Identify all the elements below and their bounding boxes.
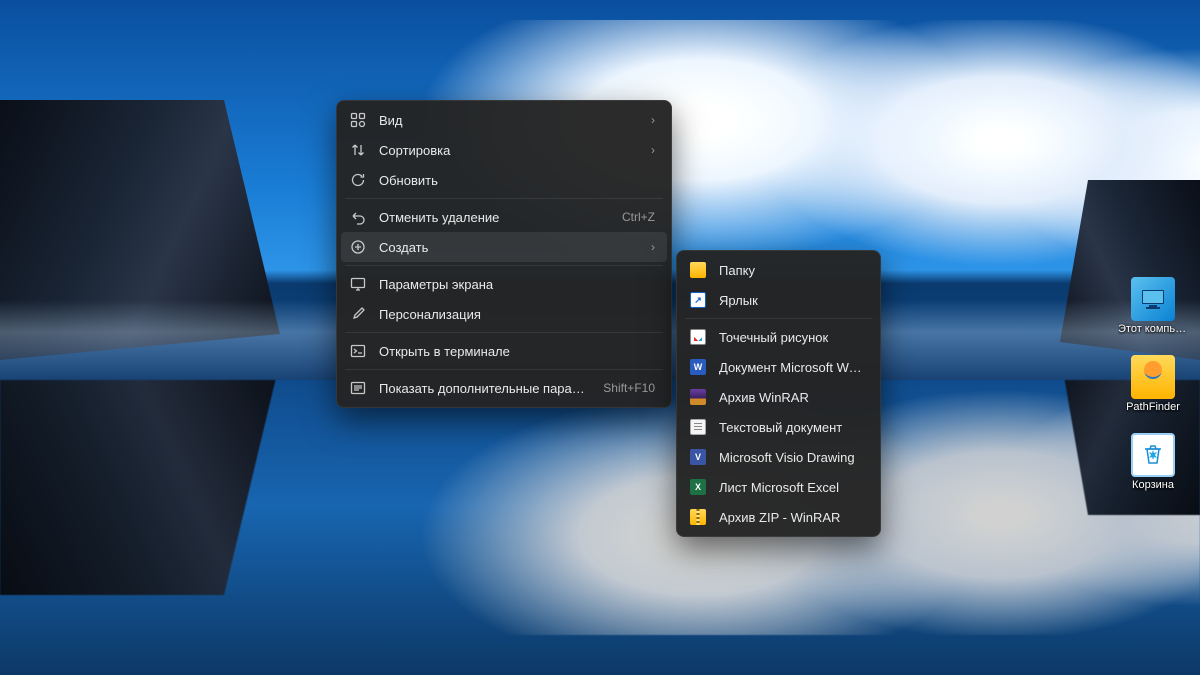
menu-item-label: Показать дополнительные параметры (379, 381, 591, 396)
menu-item-label: Сортировка (379, 143, 639, 158)
menu-separator (345, 369, 663, 370)
wallpaper-reflection (0, 380, 1200, 675)
menu-item-undo[interactable]: Отменить удаление Ctrl+Z (341, 202, 667, 232)
submenu-item-link[interactable]: ↗ Ярлык (681, 285, 876, 315)
menu-item-label: Открыть в терминале (379, 344, 643, 359)
menu-item-label: Обновить (379, 173, 643, 188)
desktop-icon-label: Корзина (1132, 479, 1174, 491)
sort-icon (349, 141, 367, 159)
filetype-excel-icon: X (689, 478, 707, 496)
filetype-zip-icon (689, 508, 707, 526)
submenu-item-visio[interactable]: V Microsoft Visio Drawing (681, 442, 876, 472)
submenu-item-folder[interactable]: Папку (681, 255, 876, 285)
menu-item-brush[interactable]: Персонализация (341, 299, 667, 329)
menu-shortcut: Shift+F10 (603, 381, 655, 395)
filetype-link-icon: ↗ (689, 291, 707, 309)
menu-item-label: Вид (379, 113, 639, 128)
menu-item-sort[interactable]: Сортировка › (341, 135, 667, 165)
submenu-item-label: Архив WinRAR (719, 390, 864, 405)
desktop-icon-label: Этот компью... (1118, 323, 1188, 335)
submenu-item-label: Microsoft Visio Drawing (719, 450, 864, 465)
grid-icon (349, 111, 367, 129)
pc-icon (1131, 277, 1175, 321)
desktop-icon-pathfinder[interactable]: PathFinder (1118, 353, 1188, 415)
menu-item-more[interactable]: Показать дополнительные параметры Shift+F… (341, 373, 667, 403)
chevron-right-icon: › (651, 143, 655, 157)
filetype-visio-icon: V (689, 448, 707, 466)
filetype-word-icon: W (689, 358, 707, 376)
refresh-icon (349, 171, 367, 189)
menu-separator (345, 332, 663, 333)
submenu-item-label: Архив ZIP - WinRAR (719, 510, 864, 525)
recycle-bin-icon (1131, 433, 1175, 477)
filetype-rar-icon (689, 388, 707, 406)
chevron-right-icon: › (651, 113, 655, 127)
desktop-icon-this-pc[interactable]: Этот компью... (1118, 275, 1188, 337)
submenu-item-label: Папку (719, 263, 864, 278)
desktop-icons: Этот компью... PathFinder Корзина (1118, 275, 1188, 493)
menu-shortcut: Ctrl+Z (622, 210, 655, 224)
menu-item-grid[interactable]: Вид › (341, 105, 667, 135)
submenu-item-excel[interactable]: X Лист Microsoft Excel (681, 472, 876, 502)
filetype-bmp-icon (689, 328, 707, 346)
filetype-txt-icon (689, 418, 707, 436)
menu-separator (345, 198, 663, 199)
menu-item-label: Создать (379, 240, 639, 255)
chevron-right-icon: › (651, 240, 655, 254)
submenu-item-label: Лист Microsoft Excel (719, 480, 864, 495)
terminal-icon (349, 342, 367, 360)
display-icon (349, 275, 367, 293)
menu-item-label: Персонализация (379, 307, 643, 322)
submenu-item-word[interactable]: W Документ Microsoft Word (681, 352, 876, 382)
new-icon (349, 238, 367, 256)
submenu-item-label: Текстовый документ (719, 420, 864, 435)
menu-item-display[interactable]: Параметры экрана (341, 269, 667, 299)
undo-icon (349, 208, 367, 226)
more-icon (349, 379, 367, 397)
menu-item-label: Отменить удаление (379, 210, 610, 225)
submenu-item-label: Точечный рисунок (719, 330, 864, 345)
menu-separator (345, 265, 663, 266)
menu-separator (685, 318, 872, 319)
menu-item-refresh[interactable]: Обновить (341, 165, 667, 195)
menu-item-label: Параметры экрана (379, 277, 643, 292)
submenu-item-label: Документ Microsoft Word (719, 360, 864, 375)
submenu-item-txt[interactable]: Текстовый документ (681, 412, 876, 442)
desktop-icon-recycle-bin[interactable]: Корзина (1118, 431, 1188, 493)
menu-item-new[interactable]: Создать › (341, 232, 667, 262)
menu-item-terminal[interactable]: Открыть в терминале (341, 336, 667, 366)
brush-icon (349, 305, 367, 323)
context-menu: Вид › Сортировка › Обновить Отменить удаление… (336, 100, 672, 408)
context-submenu-new: Папку ↗ Ярлык Точечный рисунок W Документ Mic… (676, 250, 881, 537)
submenu-item-label: Ярлык (719, 293, 864, 308)
desktop-icon-label: PathFinder (1126, 401, 1180, 413)
folder-user-icon (1131, 355, 1175, 399)
filetype-folder-icon (689, 261, 707, 279)
submenu-item-zip[interactable]: Архив ZIP - WinRAR (681, 502, 876, 532)
submenu-item-bmp[interactable]: Точечный рисунок (681, 322, 876, 352)
submenu-item-rar[interactable]: Архив WinRAR (681, 382, 876, 412)
